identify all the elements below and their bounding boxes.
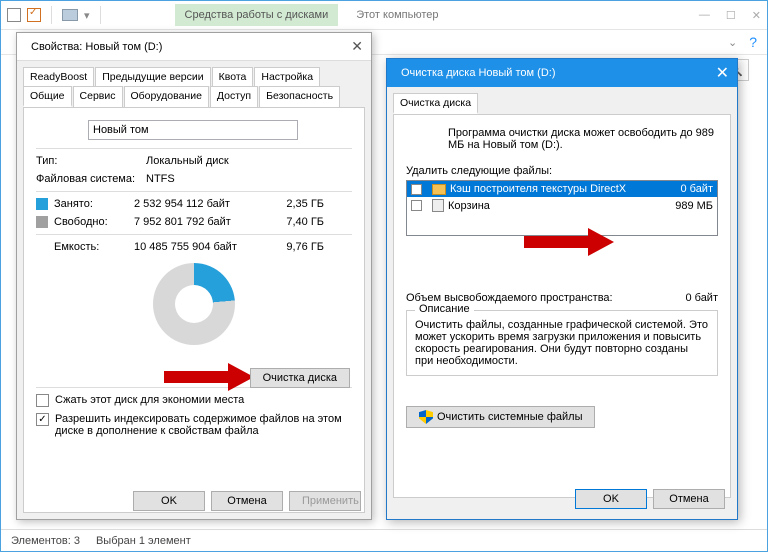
description-group: Описание Очистить файлы, созданные графи… xyxy=(406,310,718,376)
compress-label: Сжать этот диск для экономии места xyxy=(55,394,244,406)
file-size: 0 байт xyxy=(680,183,713,195)
tab-hardware[interactable]: Оборудование xyxy=(124,86,209,107)
drive-icon xyxy=(406,127,438,153)
separator xyxy=(51,6,52,24)
disk-cleanup-button[interactable]: Очистка диска xyxy=(250,368,350,388)
used-bytes: 2 532 954 112 байт xyxy=(134,198,264,210)
close-icon[interactable]: ✕ xyxy=(716,63,729,83)
general-panel: Тип:Локальный диск Файловая система:NTFS… xyxy=(23,107,365,513)
tab-security[interactable]: Безопасность xyxy=(259,86,340,107)
description-text: Очистить файлы, созданные графической си… xyxy=(415,319,708,367)
minimize-icon[interactable]: — xyxy=(699,9,710,22)
checked-icon[interactable] xyxy=(27,8,41,22)
dialog-buttons: OK Отмена xyxy=(575,489,725,509)
type-value: Локальный диск xyxy=(146,155,229,167)
clean-system-files-button[interactable]: Очистить системные файлы xyxy=(406,406,595,428)
delete-files-label: Удалить следующие файлы: xyxy=(406,165,718,177)
file-name: Кэш построителя текстуры DirectX xyxy=(450,183,626,195)
files-list[interactable]: Кэш построителя текстуры DirectX 0 байт … xyxy=(406,180,718,236)
shield-icon xyxy=(419,410,433,424)
qat-icons: ▾ xyxy=(7,6,105,24)
close-icon[interactable]: ✕ xyxy=(351,38,363,55)
cleanup-panel: Программа очистки диска может освободить… xyxy=(393,114,731,498)
maximize-icon[interactable]: ☐ xyxy=(726,9,736,22)
used-gb: 2,35 ГБ xyxy=(264,198,324,210)
tab-sharing[interactable]: Доступ xyxy=(210,86,258,107)
button-label: Очистить системные файлы xyxy=(437,411,582,423)
drive-icon xyxy=(62,9,78,21)
tabs-row-1: ReadyBoost Предыдущие версии Квота Настр… xyxy=(17,61,371,86)
dialog-title-bar[interactable]: Очистка диска Новый том (D:) ✕ xyxy=(387,59,737,87)
volume-name-input[interactable] xyxy=(88,120,298,140)
dropdown-icon[interactable]: ▾ xyxy=(84,9,90,22)
index-label: Разрешить индексировать содержимое файло… xyxy=(55,413,345,437)
apply-button[interactable]: Применить xyxy=(289,491,361,511)
status-bar: Элементов: 3 Выбран 1 элемент xyxy=(1,529,767,551)
tab-cleanup[interactable]: Очистка диска xyxy=(393,93,478,114)
type-label: Тип: xyxy=(36,155,146,167)
folder-icon xyxy=(432,184,446,195)
drive-icon xyxy=(36,118,68,142)
file-name: Корзина xyxy=(448,200,490,212)
dialog-title: Очистка диска Новый том (D:) xyxy=(401,67,555,79)
cap-label: Емкость: xyxy=(54,241,134,253)
ok-button[interactable]: OK xyxy=(133,491,205,511)
used-label: Занято: xyxy=(54,198,134,210)
separator xyxy=(100,6,101,24)
help-icon[interactable]: ? xyxy=(749,34,757,50)
free-bytes: 7 952 801 792 байт xyxy=(134,216,264,228)
window-title: Этот компьютер xyxy=(356,9,438,21)
cap-gb: 9,76 ГБ xyxy=(264,241,324,253)
status-count: Элементов: 3 xyxy=(11,535,80,547)
info-text: Программа очистки диска может освободить… xyxy=(448,127,718,153)
expand-ribbon-icon[interactable]: ⌄ xyxy=(728,36,737,49)
close-icon[interactable]: ✕ xyxy=(752,9,761,22)
file-size: 989 МБ xyxy=(675,200,713,212)
index-checkbox[interactable]: ✓ xyxy=(36,413,49,426)
properties-dialog: Свойства: Новый том (D:) ✕ ReadyBoost Пр… xyxy=(16,32,372,520)
cancel-button[interactable]: Отмена xyxy=(211,491,283,511)
checkbox-icon[interactable] xyxy=(7,8,21,22)
tabs-row-2: Общие Сервис Оборудование Доступ Безопас… xyxy=(17,86,371,107)
disk-cleanup-dialog: Очистка диска Новый том (D:) ✕ Очистка д… xyxy=(386,58,738,520)
tab-quota[interactable]: Квота xyxy=(212,67,254,86)
trash-icon xyxy=(432,199,444,212)
usage-chart xyxy=(153,263,235,345)
dialog-title-bar[interactable]: Свойства: Новый том (D:) ✕ xyxy=(17,33,371,61)
compress-checkbox[interactable] xyxy=(36,394,49,407)
list-item[interactable]: Кэш построителя текстуры DirectX 0 байт xyxy=(407,181,717,197)
cap-bytes: 10 485 755 904 байт xyxy=(134,241,264,253)
context-ribbon-tab[interactable]: Средства работы с дисками xyxy=(175,4,339,26)
status-selection: Выбран 1 элемент xyxy=(96,535,191,547)
free-color-icon xyxy=(36,216,48,228)
annotation-arrow xyxy=(524,231,614,253)
fs-label: Файловая система: xyxy=(36,173,146,185)
tab-readyboost[interactable]: ReadyBoost xyxy=(23,67,94,86)
free-label: Свободно: xyxy=(54,216,134,228)
tab-tools[interactable]: Сервис xyxy=(73,86,123,107)
tabs-row: Очистка диска xyxy=(387,87,737,114)
file-checkbox[interactable] xyxy=(411,200,422,211)
annotation-arrow xyxy=(164,366,254,388)
freed-value: 0 байт xyxy=(685,292,718,304)
description-legend: Описание xyxy=(415,303,474,315)
fs-value: NTFS xyxy=(146,173,175,185)
free-gb: 7,40 ГБ xyxy=(264,216,324,228)
file-checkbox[interactable] xyxy=(411,184,422,195)
tab-prev-versions[interactable]: Предыдущие версии xyxy=(95,67,210,86)
dialog-buttons: OK Отмена Применить xyxy=(133,491,361,511)
dialog-title: Свойства: Новый том (D:) xyxy=(31,41,162,53)
used-color-icon xyxy=(36,198,48,210)
tab-customize[interactable]: Настройка xyxy=(254,67,320,86)
tab-general[interactable]: Общие xyxy=(23,86,72,107)
list-item[interactable]: Корзина 989 МБ xyxy=(407,197,717,214)
ok-button[interactable]: OK xyxy=(575,489,647,509)
cancel-button[interactable]: Отмена xyxy=(653,489,725,509)
title-bar: ▾ Средства работы с дисками Этот компьют… xyxy=(1,1,767,29)
